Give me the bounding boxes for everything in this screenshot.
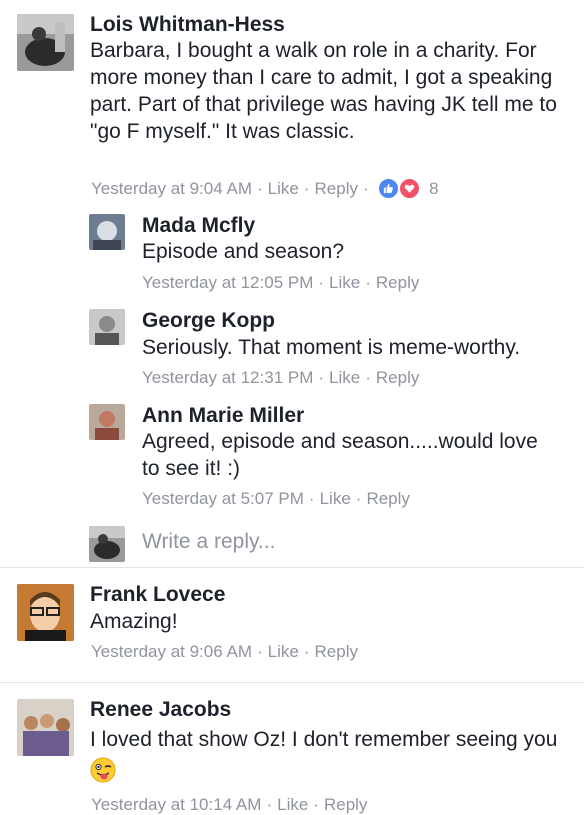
commenter-name[interactable]: Mada Mcfly [142, 214, 255, 238]
commenter-name[interactable]: Renee Jacobs [90, 698, 231, 722]
avatar[interactable] [17, 584, 74, 641]
comment-text: Barbara, I bought a walk on role in a ch… [90, 39, 557, 143]
divider [0, 567, 584, 568]
reply-link[interactable]: Reply [324, 795, 367, 815]
comment-meta: Yesterday at 9:04 AM · Like · Reply · 8 [91, 178, 439, 199]
separator: · [303, 642, 310, 661]
separator: · [313, 795, 319, 814]
comment-meta: Yesterday at 10:14 AM · Like · Reply [91, 795, 367, 815]
like-link[interactable]: Like [329, 368, 360, 388]
commenter-name[interactable]: Ann Marie Miller [142, 404, 304, 428]
commenter-name[interactable]: George Kopp [142, 309, 275, 333]
comment-timestamp[interactable]: Yesterday at 12:31 PM [142, 368, 313, 388]
reply-link[interactable]: Reply [376, 273, 419, 293]
like-link[interactable]: Like [329, 273, 360, 293]
comment-meta: Yesterday at 5:07 PM · Like · Reply [142, 489, 410, 509]
reactions-summary[interactable]: 8 [377, 178, 439, 199]
separator: · [318, 368, 325, 387]
comment-timestamp[interactable]: Yesterday at 12:05 PM [142, 273, 313, 293]
comment-timestamp[interactable]: Yesterday at 9:04 AM [91, 179, 252, 199]
comment-meta: Yesterday at 12:05 PM · Like · Reply [142, 273, 419, 293]
comment-timestamp[interactable]: Yesterday at 10:14 AM [91, 795, 261, 815]
separator: · [318, 273, 325, 292]
like-link[interactable]: Like [277, 795, 308, 815]
separator: · [365, 368, 371, 387]
reply-link[interactable]: Reply [376, 368, 419, 388]
comment-text: Seriously. That moment is meme-worthy. [142, 336, 521, 359]
commenter-name[interactable]: Frank Lovece [90, 583, 225, 607]
winking-tongue-emoji-icon [90, 757, 116, 794]
like-link[interactable]: Like [320, 489, 351, 509]
write-reply-input[interactable]: Write a reply... [142, 530, 562, 554]
comment-timestamp[interactable]: Yesterday at 5:07 PM [142, 489, 304, 509]
reply-link[interactable]: Reply [315, 179, 358, 199]
separator: · [256, 178, 263, 198]
avatar[interactable] [17, 699, 74, 756]
separator: · [266, 795, 273, 814]
reaction-count: 8 [429, 179, 439, 198]
commenter-name[interactable]: Lois Whitman-Hess [90, 13, 285, 37]
separator: · [355, 489, 362, 508]
comment-meta: Yesterday at 12:31 PM · Like · Reply [142, 368, 419, 388]
comment-text: Amazing! [90, 610, 178, 633]
avatar[interactable] [17, 14, 74, 71]
separator: · [308, 489, 315, 508]
separator: · [303, 178, 310, 198]
avatar [89, 526, 125, 562]
avatar[interactable] [89, 309, 125, 345]
comment-text-content: I loved that show Oz! I don't remember s… [90, 728, 558, 751]
avatar[interactable] [89, 404, 125, 440]
like-link[interactable]: Like [268, 642, 299, 662]
comment-meta: Yesterday at 9:06 AM · Like · Reply [91, 642, 358, 662]
reply-link[interactable]: Reply [315, 642, 358, 662]
thumbs-up-icon [377, 178, 399, 199]
comment-text: Episode and season? [142, 240, 344, 263]
reply-link[interactable]: Reply [366, 489, 409, 509]
comment-text: I loved that show Oz! I don't remember s… [90, 723, 570, 794]
heart-icon [399, 178, 421, 199]
separator: · [256, 642, 263, 661]
separator: · [362, 178, 369, 198]
separator: · [365, 273, 371, 292]
avatar[interactable] [89, 214, 125, 250]
comment-timestamp[interactable]: Yesterday at 9:06 AM [91, 642, 252, 662]
divider [0, 682, 584, 683]
like-link[interactable]: Like [268, 179, 299, 199]
comment-text: Agreed, episode and season.....would lov… [142, 430, 538, 480]
